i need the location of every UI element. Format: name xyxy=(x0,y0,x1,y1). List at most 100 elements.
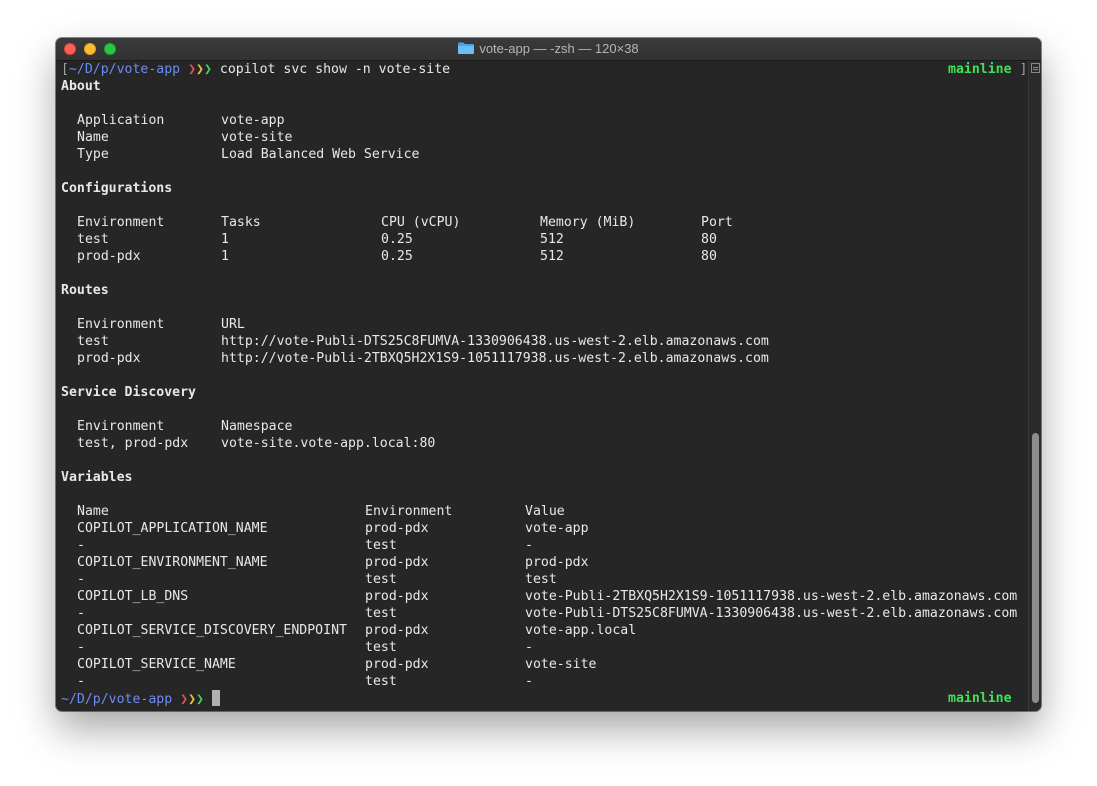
column-header: Value xyxy=(525,504,565,519)
about-key: Type xyxy=(77,147,109,162)
about-row: Application vote-app xyxy=(61,112,761,129)
cell-environment: prod-pdx xyxy=(365,623,429,638)
cell-variable-name: - xyxy=(77,572,85,587)
title-bar[interactable]: vote-app — -zsh — 120×38 xyxy=(56,38,1041,61)
section-heading-routes: Routes xyxy=(61,283,109,298)
cell-value: - xyxy=(525,640,533,655)
cell-port: 80 xyxy=(701,249,717,264)
cell-value: prod-pdx xyxy=(525,555,589,570)
prompt-path: ~/D/p/vote-app xyxy=(61,692,173,707)
cell-variable-name: - xyxy=(77,640,85,655)
prompt-arrow-red: ❯ xyxy=(180,692,189,707)
cell-variable-name: - xyxy=(77,538,85,553)
cell-variable-name: COPILOT_APPLICATION_NAME xyxy=(77,521,268,536)
variables-header-row: Name Environment Value xyxy=(61,503,1027,520)
cell-environment: test xyxy=(365,538,397,553)
section-heading-configurations: Configurations xyxy=(61,181,173,196)
column-header: Memory (MiB) xyxy=(540,215,636,230)
prompt-arrow-green: ❯ xyxy=(196,692,204,707)
configurations-row: test 1 0.25 512 80 xyxy=(61,231,761,248)
cell-environment: test, prod-pdx xyxy=(77,436,189,451)
variables-row: COPILOT_LB_DNS prod-pdx vote-Publi-2TBXQ… xyxy=(61,588,1027,605)
cell-value: vote-site xyxy=(525,657,597,672)
prompt-path: ~/D/p/vote-app xyxy=(68,62,181,77)
cell-environment: test xyxy=(365,606,397,621)
cell-environment: test xyxy=(77,334,109,349)
service-discovery-row: test, prod-pdx vote-site.vote-app.local:… xyxy=(61,435,761,452)
variables-row: - test - xyxy=(61,673,1027,690)
column-header: Namespace xyxy=(221,419,293,434)
current-prompt-line[interactable]: ~/D/p/vote-app ❯❯❯ xyxy=(61,690,220,707)
cell-variable-name: COPILOT_ENVIRONMENT_NAME xyxy=(77,555,268,570)
cell-tasks: 1 xyxy=(221,232,229,247)
cell-value: vote-app xyxy=(525,521,589,536)
variables-row: COPILOT_SERVICE_DISCOVERY_ENDPOINT prod-… xyxy=(61,622,1027,639)
cell-variable-name: COPILOT_SERVICE_NAME xyxy=(77,657,236,672)
cell-value: - xyxy=(525,674,533,689)
cell-variable-name: COPILOT_LB_DNS xyxy=(77,589,189,604)
cell-variable-name: COPILOT_SERVICE_DISCOVERY_ENDPOINT xyxy=(77,623,347,638)
variables-row: - test vote-Publi-DTS25C8FUMVA-133090643… xyxy=(61,605,1027,622)
cell-variable-name: - xyxy=(77,674,85,689)
cell-memory: 512 xyxy=(540,232,564,247)
prompt-bracket-close: ] xyxy=(1019,62,1028,77)
cell-tasks: 1 xyxy=(221,249,229,264)
cell-memory: 512 xyxy=(540,249,564,264)
cell-variable-name: - xyxy=(77,606,85,621)
cell-value: - xyxy=(525,538,533,553)
cell-environment: prod-pdx xyxy=(365,555,429,570)
column-header: Name xyxy=(77,504,109,519)
prompt-command: copilot svc show -n vote-site xyxy=(219,62,451,77)
cell-value: vote-Publi-2TBXQ5H2X1S9-1051117938.us-we… xyxy=(525,589,1018,604)
configurations-row: prod-pdx 1 0.25 512 80 xyxy=(61,248,761,265)
section-heading-variables: Variables xyxy=(61,470,133,485)
about-key: Application xyxy=(77,113,165,128)
routes-row: prod-pdx http://vote-Publi-2TBXQ5H2X1S9-… xyxy=(61,350,961,367)
variables-row: COPILOT_APPLICATION_NAME prod-pdx vote-a… xyxy=(61,520,1027,537)
split-pane-icon[interactable] xyxy=(1031,63,1040,73)
about-row: Type Load Balanced Web Service xyxy=(61,146,761,163)
column-header: URL xyxy=(221,317,245,332)
cell-environment: prod-pdx xyxy=(77,351,141,366)
cell-environment: test xyxy=(365,572,397,587)
about-value: vote-app xyxy=(221,113,285,128)
column-header: CPU (vCPU) xyxy=(381,215,461,230)
route-url[interactable]: http://vote-Publi-2TBXQ5H2X1S9-105111793… xyxy=(221,350,769,367)
window-title-wrap: vote-app — -zsh — 120×38 xyxy=(56,38,1041,60)
cell-value: vote-app.local xyxy=(525,623,637,638)
routes-header-row: Environment URL xyxy=(61,316,961,333)
service-discovery-header-row: Environment Namespace xyxy=(61,418,761,435)
git-branch: mainline xyxy=(948,691,1012,706)
column-header: Environment xyxy=(77,419,165,434)
cell-environment: test xyxy=(365,674,397,689)
scrollbar[interactable] xyxy=(1028,61,1041,711)
variables-row: COPILOT_ENVIRONMENT_NAME prod-pdx prod-p… xyxy=(61,554,1027,571)
terminal-content[interactable]: [~/D/p/vote-app ❯❯❯ copilot svc show -n … xyxy=(61,61,1027,709)
text-cursor[interactable] xyxy=(211,690,220,706)
variables-row: - test - xyxy=(61,639,1027,656)
about-key: Name xyxy=(77,130,109,145)
configurations-header-row: Environment Tasks CPU (vCPU) Memory (MiB… xyxy=(61,214,761,231)
cell-environment: prod-pdx xyxy=(365,589,429,604)
section-heading-about: About xyxy=(61,79,101,94)
folder-icon xyxy=(458,42,475,54)
cell-namespace: vote-site.vote-app.local:80 xyxy=(221,436,436,451)
prompt-right-status: mainline xyxy=(948,690,1012,707)
command-prompt-line: [~/D/p/vote-app ❯❯❯ copilot svc show -n … xyxy=(61,61,450,78)
cell-cpu: 0.25 xyxy=(381,232,413,247)
column-header: Environment xyxy=(77,317,165,332)
about-value: Load Balanced Web Service xyxy=(221,147,420,162)
cell-environment: test xyxy=(77,232,109,247)
cell-environment: prod-pdx xyxy=(365,657,429,672)
cell-port: 80 xyxy=(701,232,717,247)
cell-environment: prod-pdx xyxy=(365,521,429,536)
column-header: Environment xyxy=(77,215,165,230)
about-row: Name vote-site xyxy=(61,129,761,146)
variables-row: - test - xyxy=(61,537,1027,554)
routes-row: test http://vote-Publi-DTS25C8FUMVA-1330… xyxy=(61,333,961,350)
cell-environment: test xyxy=(365,640,397,655)
git-branch: mainline xyxy=(948,62,1012,77)
prompt-right-status: mainline ] xyxy=(948,61,1027,78)
scrollbar-thumb[interactable] xyxy=(1032,433,1039,703)
route-url[interactable]: http://vote-Publi-DTS25C8FUMVA-133090643… xyxy=(221,333,769,350)
